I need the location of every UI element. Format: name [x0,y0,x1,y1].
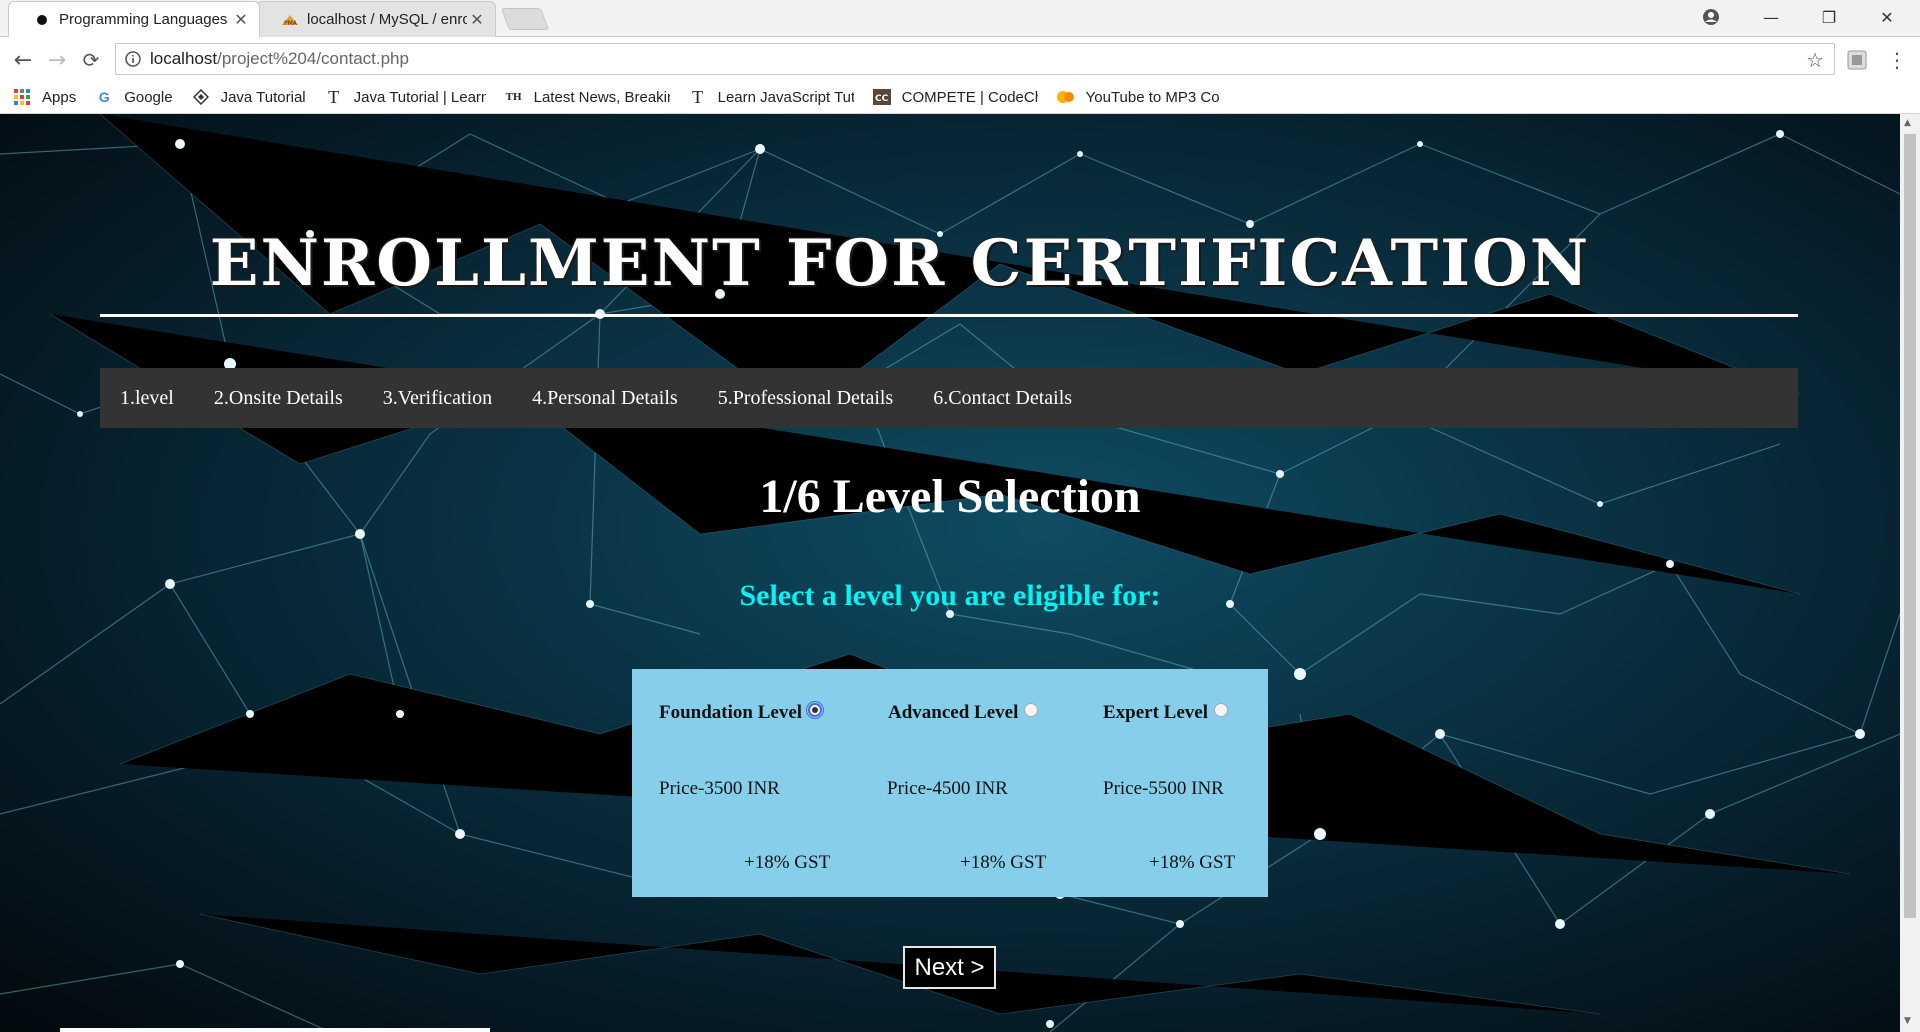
profile-icon[interactable] [1682,0,1740,34]
bookmark-google[interactable]: G Google [94,88,173,106]
apps-grid-icon [12,88,32,106]
section-heading: 1/6 Level Selection [759,470,1141,523]
bookmark-learn-javascript[interactable]: T Learn JavaScript Tut [688,86,854,107]
next-button[interactable]: Next > [903,946,996,989]
tab-title: localhost / MySQL / enro [307,11,467,28]
close-icon[interactable]: ✕ [231,10,251,30]
foundation-gst: +18% GST [744,852,831,873]
advanced-level-radio[interactable] [1024,703,1039,717]
url-text: localhost/project%204/contact.php [150,49,409,69]
bookmark-label: Java Tutorial | Learn [353,88,486,106]
th-icon: TH [505,91,522,103]
svg-text:PMA: PMA [284,20,298,27]
close-icon[interactable]: ✕ [467,10,487,30]
svg-text:CC: CC [875,94,889,104]
expert-level-radio[interactable] [1214,703,1229,717]
level-options-panel: Foundation Level Advanced Level Expert L… [632,669,1268,897]
window-close-button[interactable]: ✕ [1858,0,1916,34]
google-icon: G [98,89,110,105]
url-path: /project%204/contact.php [217,49,409,68]
restore-button[interactable]: ❐ [1800,0,1858,34]
codechef-icon: CC [872,88,892,106]
converter-icon [1056,88,1076,106]
bookmark-label: Java Tutorial [220,88,306,106]
browser-toolbar: ← → ⟳ localhost/project%204/contact.php … [0,37,1920,81]
minimize-button[interactable]: — [1742,0,1800,34]
bookmarks-bar: Apps G Google Java Tutorial T Java Tutor… [0,81,1920,114]
t-icon: T [328,86,340,107]
tab-programming-languages[interactable]: Programming Languages ✕ [8,1,260,37]
bookmark-codechef[interactable]: CC COMPETE | CodeChe [872,88,1038,106]
expert-gst: +18% GST [1149,852,1236,873]
section-subheading: Select a level you are eligible for: [739,579,1161,612]
back-arrow-icon[interactable]: ← [8,45,38,75]
expert-price: Price-5500 INR [1103,778,1224,799]
step-level[interactable]: 1.level [120,387,174,410]
bookmark-youtube-mp3[interactable]: YouTube to MP3 Co [1056,88,1220,106]
bookmark-apps[interactable]: Apps [12,88,76,106]
bookmark-label: Apps [42,88,77,106]
step-navigation: 1.level 2.Onsite Details 3.Verification … [100,368,1798,428]
t-icon: T [692,86,704,107]
level-option-foundation[interactable]: Foundation Level [659,701,825,724]
scroll-up-arrow-icon[interactable]: ▲ [1904,118,1911,128]
extension-icon[interactable] [1842,45,1872,75]
bookmark-label: COMPETE | CodeChe [901,88,1038,106]
step-professional-details[interactable]: 5.Professional Details [718,387,894,410]
bookmark-label: YouTube to MP3 Co [1085,88,1220,106]
level-name: Advanced Level [888,702,1019,723]
bookmark-label: Google [124,88,173,106]
level-option-expert[interactable]: Expert Level [1103,702,1229,724]
level-name: Foundation Level [659,702,803,723]
level-option-advanced[interactable]: Advanced Level [888,702,1039,724]
step-onsite-details[interactable]: 2.Onsite Details [214,387,343,410]
bookmark-java-tutorial-learn[interactable]: T Java Tutorial | Learn [324,86,486,107]
bookmark-label: Learn JavaScript Tut [717,88,854,106]
address-bar[interactable]: localhost/project%204/contact.php ☆ [115,43,1835,75]
circle-icon [33,11,51,29]
foundation-level-radio[interactable] [806,701,825,719]
advanced-gst: +18% GST [960,852,1047,873]
new-tab-button[interactable] [500,8,550,30]
level-name: Expert Level [1103,702,1209,723]
menu-dots-icon[interactable]: ⋮ [1882,45,1912,75]
tab-phpmyadmin[interactable]: PMA localhost / MySQL / enro ✕ [256,1,496,37]
page-viewport: ENROLLMENT FOR CERTIFICATION 1.level 2.O… [0,114,1900,1032]
scrollbar-thumb[interactable] [1904,134,1916,918]
title-divider [100,314,1798,317]
step-contact-details[interactable]: 6.Contact Details [933,387,1072,410]
vertical-scrollbar[interactable]: ▲ ▼ [1900,114,1920,1032]
reload-icon[interactable]: ⟳ [76,45,106,75]
url-host: localhost [150,49,218,68]
page-title: ENROLLMENT FOR CERTIFICATION [209,226,1591,301]
diamond-icon [191,88,211,106]
bookmark-latest-news[interactable]: TH Latest News, Breakin [504,88,670,106]
page-bottom-strip [60,1028,490,1032]
step-verification[interactable]: 3.Verification [383,387,492,410]
bookmark-java-tutorial[interactable]: Java Tutorial [191,88,306,106]
forward-arrow-icon[interactable]: → [42,45,72,75]
bookmark-label: Latest News, Breakin [533,88,670,106]
info-icon[interactable] [116,51,150,67]
tab-title: Programming Languages [59,11,228,28]
scroll-down-arrow-icon[interactable]: ▼ [1904,1016,1911,1026]
advanced-price: Price-4500 INR [887,778,1008,799]
bookmark-star-icon[interactable]: ☆ [1806,48,1824,72]
phpmyadmin-icon: PMA [281,11,299,29]
tab-strip: Programming Languages ✕ PMA localhost / … [0,0,1920,37]
foundation-price: Price-3500 INR [659,778,780,799]
step-personal-details[interactable]: 4.Personal Details [532,387,678,410]
